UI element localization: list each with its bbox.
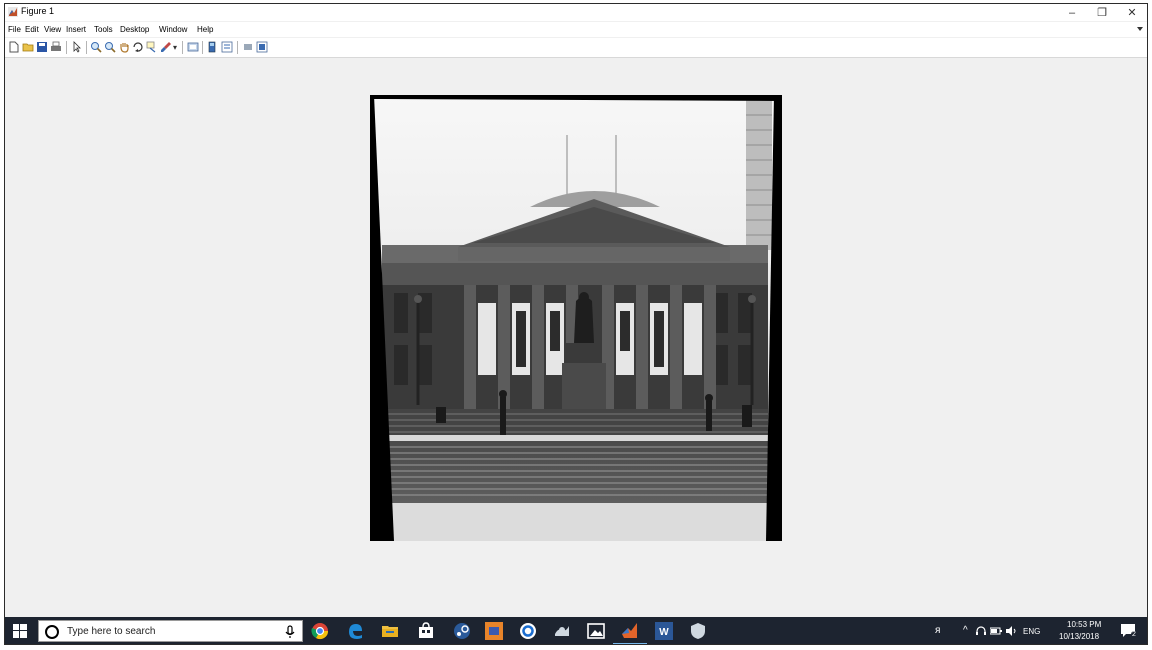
shield-icon[interactable] (689, 622, 707, 640)
menu-file[interactable]: File (8, 25, 21, 34)
clock-date[interactable]: 10/13/2018 (1059, 632, 1099, 641)
pavement (382, 503, 768, 541)
image-axes[interactable] (370, 95, 782, 541)
pointer-icon[interactable] (71, 41, 83, 53)
link-plot-icon[interactable] (187, 41, 199, 53)
title-bar: Figure 1 – ❐ ✕ (5, 4, 1147, 21)
pan-icon[interactable] (118, 41, 130, 53)
taskbar-search-box[interactable]: Type here to search (38, 620, 303, 642)
photos-icon[interactable] (587, 622, 605, 640)
active-app-indicator (613, 643, 647, 644)
maps-icon[interactable] (553, 622, 571, 640)
volume-icon[interactable] (1006, 626, 1018, 636)
steam-icon[interactable] (453, 622, 471, 640)
toolbar-separator (202, 41, 203, 54)
menu-bar: File Edit View Insert Tools Desktop Wind… (5, 22, 1147, 37)
menu-help[interactable]: Help (197, 25, 213, 34)
figure-toolbar: ▾ (5, 38, 1147, 58)
data-cursor-icon[interactable] (146, 41, 158, 53)
zoom-out-icon[interactable] (104, 41, 116, 53)
matlab-icon[interactable] (621, 622, 639, 640)
lower-steps (382, 441, 768, 503)
toolbar-separator (182, 41, 183, 54)
open-file-icon[interactable] (22, 41, 34, 53)
brush-dropdown-icon[interactable]: ▾ (173, 43, 177, 52)
menu-view[interactable]: View (44, 25, 61, 34)
notification-count-badge: 2 (1131, 631, 1137, 638)
search-placeholder: Type here to search (67, 626, 156, 637)
cortana-icon (45, 625, 59, 639)
chrome-icon[interactable] (311, 622, 329, 640)
statue (574, 297, 594, 343)
media-app-icon[interactable] (485, 622, 503, 640)
hide-plot-tools-icon[interactable] (242, 41, 254, 53)
toolbar-separator (237, 41, 238, 54)
minimize-button[interactable]: – (1057, 4, 1087, 21)
print-icon[interactable] (50, 41, 62, 53)
windows-taskbar: Type here to search W ᴙ ^ ENG 10:53 PM 1… (5, 617, 1147, 644)
show-hidden-icons-icon[interactable]: ^ (963, 625, 968, 636)
colorbar-icon[interactable] (207, 41, 219, 53)
restore-button[interactable]: ❐ (1087, 4, 1117, 21)
microphone-icon[interactable] (284, 625, 296, 639)
menu-insert[interactable]: Insert (66, 25, 86, 34)
brush-icon[interactable] (160, 41, 172, 53)
zoom-in-icon[interactable] (90, 41, 102, 53)
edge-icon[interactable] (346, 622, 364, 640)
matlab-figure-window: Figure 1 – ❐ ✕ File Edit View Insert Too… (4, 3, 1148, 645)
toolbar-separator (66, 41, 67, 54)
legend-icon[interactable] (221, 41, 233, 53)
people-icon[interactable]: ᴙ (935, 625, 940, 636)
rotate-3d-icon[interactable] (132, 41, 144, 53)
menu-tools[interactable]: Tools (94, 25, 113, 34)
windows-start-icon[interactable] (13, 624, 27, 638)
show-plot-tools-icon[interactable] (256, 41, 268, 53)
file-explorer-icon[interactable] (381, 622, 399, 640)
matlab-figure-icon (8, 7, 18, 17)
menu-desktop[interactable]: Desktop (120, 25, 149, 34)
clock-time[interactable]: 10:53 PM (1067, 620, 1101, 629)
window-title: Figure 1 (21, 6, 55, 16)
svg-text:W: W (659, 627, 669, 638)
headset-icon[interactable] (976, 626, 986, 636)
battery-icon[interactable] (990, 627, 1002, 635)
close-button[interactable]: ✕ (1117, 4, 1147, 21)
save-icon[interactable] (36, 41, 48, 53)
toolbar-separator (86, 41, 87, 54)
word-icon[interactable]: W (655, 622, 673, 640)
store-icon[interactable] (417, 622, 435, 640)
new-figure-icon[interactable] (8, 41, 20, 53)
figure-canvas (5, 58, 1147, 616)
menu-edit[interactable]: Edit (25, 25, 39, 34)
menu-window[interactable]: Window (159, 25, 187, 34)
dock-arrow-icon[interactable] (1137, 27, 1143, 31)
language-indicator[interactable]: ENG (1023, 627, 1040, 636)
cortana-app-icon[interactable] (519, 622, 537, 640)
